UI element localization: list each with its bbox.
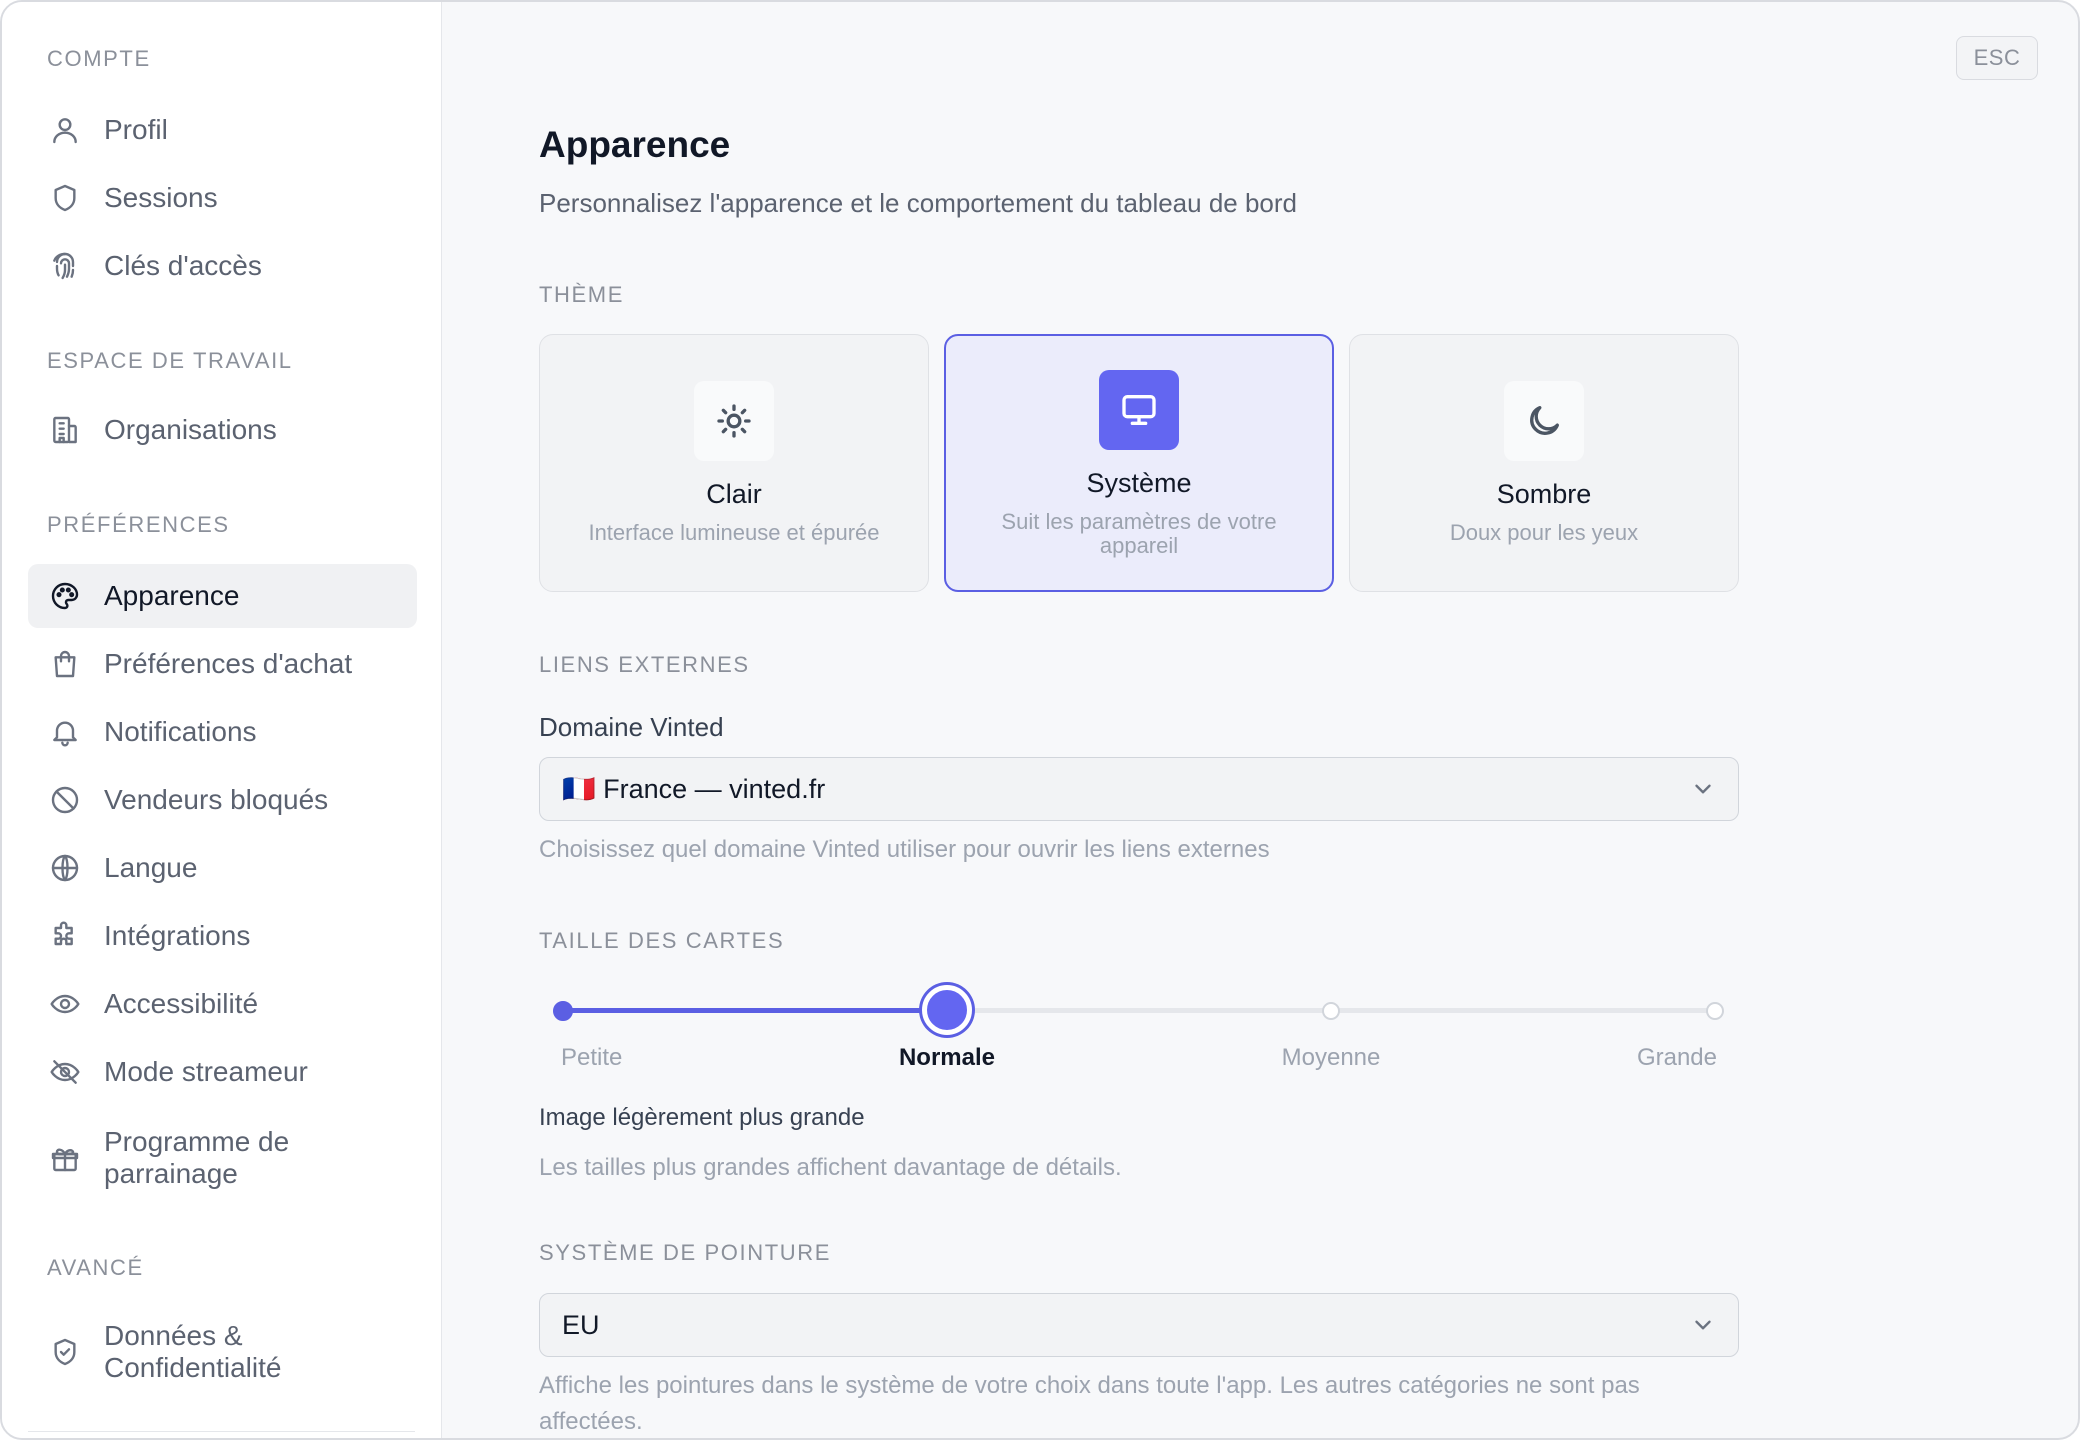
shoe-size-select[interactable]: EU	[539, 1293, 1739, 1357]
sidebar-item-label: Clés d'accès	[104, 250, 262, 281]
theme-option-description: Suit les paramètres de votre appareil	[1001, 509, 1277, 558]
slider-stop-petite[interactable]	[553, 1001, 573, 1021]
sidebar-section-espace-travail: ESPACE DE TRAVAIL	[47, 348, 293, 373]
eye-off-icon	[48, 1055, 82, 1089]
monitor-icon	[1099, 370, 1179, 450]
sidebar-item-preferences-achat[interactable]: Préférences d'achat	[28, 632, 417, 696]
sidebar-section-avance: AVANCÉ	[47, 1255, 144, 1280]
card-size-selected-description: Image légèrement plus grande	[539, 1104, 865, 1131]
vinted-domain-select[interactable]: 🇫🇷 France — vinted.fr	[539, 757, 1739, 821]
moon-icon	[1504, 381, 1584, 461]
card-size-slider[interactable]	[539, 982, 1739, 1042]
external-links-section-label: LIENS EXTERNES	[539, 652, 750, 677]
ban-icon	[48, 783, 82, 817]
theme-option-description: Doux pour les yeux	[1449, 520, 1639, 545]
bell-icon	[48, 715, 82, 749]
chevron-down-icon	[1690, 1312, 1716, 1338]
theme-option-description: Interface lumineuse et épurée	[588, 520, 880, 545]
theme-option-title: Système	[1086, 468, 1192, 498]
slider-label-grande[interactable]: Grande	[1637, 1044, 1717, 1072]
settings-main: ESC Apparence Personnalisez l'apparence …	[442, 2, 2078, 1438]
sidebar-item-label: Apparence	[104, 580, 240, 611]
slider-stop-grande[interactable]	[1706, 1002, 1724, 1020]
theme-section-label: THÈME	[539, 282, 624, 307]
sun-icon	[694, 381, 774, 461]
slider-thumb[interactable]	[922, 985, 972, 1035]
sidebar-item-donnees-confidentialite[interactable]: Données & Confidentialité	[28, 1316, 417, 1388]
sidebar-item-apparence[interactable]: Apparence	[28, 564, 417, 628]
sidebar-item-label: Sessions	[104, 182, 218, 213]
shoe-size-section-label: SYSTÈME DE POINTURE	[539, 1240, 831, 1265]
globe-icon	[48, 851, 82, 885]
sidebar-item-label: Profil	[104, 114, 168, 145]
building-icon	[48, 413, 82, 447]
fingerprint-icon	[48, 249, 82, 283]
vinted-domain-value: 🇫🇷 France — vinted.fr	[562, 774, 826, 804]
sidebar-item-label: Intégrations	[104, 920, 251, 951]
sidebar-item-programme-parrainage[interactable]: Programme de parrainage	[28, 1122, 417, 1194]
page-subtitle: Personnalisez l'apparence et le comporte…	[539, 188, 1297, 218]
shopping-bag-icon	[48, 647, 82, 681]
page-title: Apparence	[539, 124, 731, 165]
slider-label-moyenne[interactable]: Moyenne	[1282, 1044, 1381, 1072]
card-size-section-label: TAILLE DES CARTES	[539, 928, 785, 953]
settings-window: COMPTE Profil Sessions Clés d'accès ESPA…	[0, 0, 2080, 1440]
sidebar-item-integrations[interactable]: Intégrations	[28, 904, 417, 968]
chevron-down-icon	[1690, 776, 1716, 802]
eye-icon	[48, 987, 82, 1021]
sidebar-item-label: Préférences d'achat	[104, 648, 353, 679]
theme-option-title: Clair	[706, 479, 762, 509]
vinted-domain-label: Domaine Vinted	[539, 712, 724, 742]
sidebar-item-organisations[interactable]: Organisations	[28, 398, 417, 462]
sidebar-item-mode-streameur[interactable]: Mode streameur	[28, 1040, 417, 1104]
sidebar-item-langue[interactable]: Langue	[28, 836, 417, 900]
sidebar-section-preferences: PRÉFÉRENCES	[47, 512, 230, 537]
shield-check-icon	[48, 1335, 82, 1369]
sidebar-item-label: Organisations	[104, 414, 277, 445]
slider-label-normale[interactable]: Normale	[899, 1044, 995, 1072]
shoe-size-value: EU	[562, 1309, 600, 1340]
sidebar-item-label: Programme de parrainage	[104, 1126, 290, 1189]
sidebar-item-notifications[interactable]: Notifications	[28, 700, 417, 764]
sidebar-item-vendeurs-bloques[interactable]: Vendeurs bloqués	[28, 768, 417, 832]
sidebar-section-compte: COMPTE	[47, 46, 151, 71]
slider-label-petite[interactable]: Petite	[561, 1044, 622, 1072]
sidebar-item-label: Langue	[104, 852, 198, 883]
puzzle-icon	[48, 919, 82, 953]
settings-sidebar: COMPTE Profil Sessions Clés d'accès ESPA…	[2, 2, 442, 1438]
sidebar-item-cles-acces[interactable]: Clés d'accès	[28, 234, 417, 298]
sidebar-item-label: Vendeurs bloqués	[104, 784, 329, 815]
theme-option-systeme[interactable]: Système Suit les paramètres de votre app…	[944, 334, 1334, 592]
sidebar-item-label: Mode streameur	[104, 1056, 308, 1087]
slider-track-fill	[563, 1008, 947, 1013]
shield-icon	[48, 181, 82, 215]
theme-option-title: Sombre	[1496, 479, 1592, 509]
sidebar-item-label: Données & Confidentialité	[104, 1320, 282, 1383]
slider-stop-moyenne[interactable]	[1322, 1002, 1340, 1020]
sidebar-divider	[28, 1431, 415, 1432]
sidebar-item-label: Accessibilité	[104, 988, 259, 1019]
theme-option-sombre[interactable]: Sombre Doux pour les yeux	[1349, 334, 1739, 592]
palette-icon	[48, 579, 82, 613]
vinted-domain-help: Choisissez quel domaine Vinted utiliser …	[539, 836, 1270, 863]
sidebar-item-sessions[interactable]: Sessions	[28, 166, 417, 230]
shoe-size-help: Affiche les pointures dans le système de…	[539, 1372, 1640, 1435]
theme-option-clair[interactable]: Clair Interface lumineuse et épurée	[539, 334, 929, 592]
sidebar-item-accessibilite[interactable]: Accessibilité	[28, 972, 417, 1036]
sidebar-item-label: Notifications	[104, 716, 257, 747]
card-size-help: Les tailles plus grandes affichent davan…	[539, 1154, 1122, 1181]
close-esc-button[interactable]: ESC	[1956, 36, 2038, 80]
user-icon	[48, 113, 82, 147]
sidebar-item-profil[interactable]: Profil	[28, 98, 417, 162]
gift-icon	[48, 1141, 82, 1175]
